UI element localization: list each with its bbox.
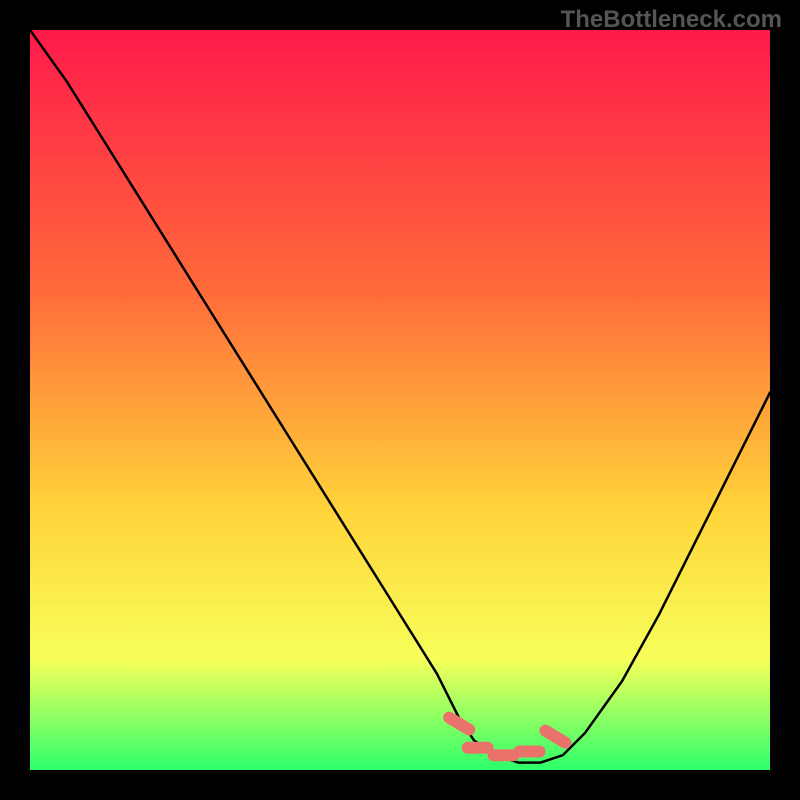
gradient-background [30,30,770,770]
chart-svg [30,30,770,770]
watermark-text: TheBottleneck.com [561,6,782,34]
chart-area [30,30,770,770]
